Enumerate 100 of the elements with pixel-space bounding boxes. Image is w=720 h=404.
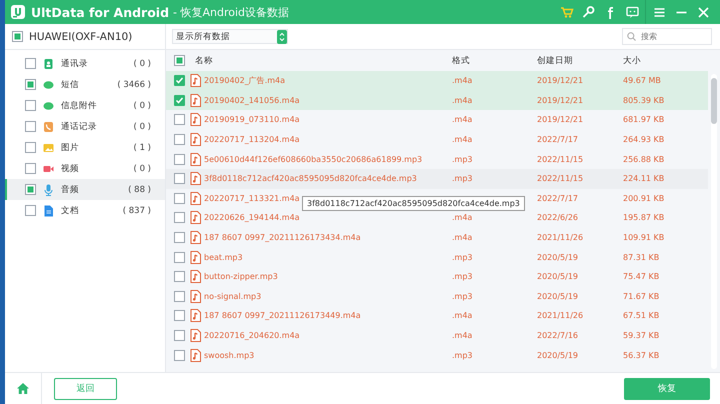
checkbox[interactable]: [174, 55, 185, 66]
file-date: 2022/11/15: [537, 174, 584, 184]
column-header: 大小: [623, 54, 642, 66]
close-icon[interactable]: [696, 4, 710, 20]
file-date: 2022/11/15: [537, 154, 584, 164]
checkbox[interactable]: [174, 290, 185, 302]
file-date: 2020/5/19: [537, 350, 580, 360]
file-size: 256.88 KB: [623, 154, 666, 164]
file-size: 681.97 KB: [623, 115, 666, 124]
checkbox[interactable]: [174, 154, 185, 165]
checkbox[interactable]: [25, 100, 36, 111]
audio-file-icon: [190, 231, 201, 244]
chat-icon[interactable]: [624, 4, 640, 20]
sidebar-item[interactable]: 视频 ( 0 ): [5, 158, 165, 179]
checkbox[interactable]: [174, 212, 185, 224]
search-field[interactable]: 搜索: [622, 28, 712, 45]
audio-file-icon: [190, 329, 201, 342]
file-format: .mp3: [452, 252, 474, 262]
sidebar-item[interactable]: 图片 ( 1 ): [5, 137, 165, 158]
device-name: HUAWEI(OXF-AN10): [29, 30, 132, 42]
file-format: .m4a: [452, 135, 474, 144]
column-header: 创建日期: [537, 54, 574, 66]
sidebar-item[interactable]: 通话记录 ( 0 ): [5, 116, 165, 137]
audio-file-icon: [190, 74, 201, 88]
file-name: 20220716_204620.m4a: [204, 331, 300, 340]
checkbox[interactable]: [25, 121, 36, 132]
file-size: 109.91 KB: [623, 233, 666, 242]
file-format: .m4a: [452, 115, 474, 124]
checkbox[interactable]: [12, 31, 23, 42]
checkbox[interactable]: [25, 184, 36, 195]
file-size: 75.47 KB: [623, 272, 660, 282]
sidebar-item[interactable]: 信息附件 ( 0 ): [5, 95, 165, 116]
file-date: 2020/5/19: [537, 292, 580, 301]
file-name: 20190919_073110.m4a: [204, 115, 300, 124]
checkbox[interactable]: [174, 271, 185, 282]
checkbox[interactable]: [174, 134, 185, 146]
file-size: 195.87 KB: [623, 213, 666, 222]
checkbox[interactable]: [25, 142, 36, 153]
file-date: 2021/11/26: [537, 233, 584, 242]
file-format: .mp3: [452, 292, 474, 301]
cart-icon[interactable]: [558, 4, 574, 20]
checkbox[interactable]: [174, 114, 185, 126]
file-date: 2021/11/26: [537, 311, 584, 320]
audio-file-icon: [190, 290, 201, 303]
column-header: 格式: [452, 54, 471, 66]
checkbox[interactable]: [174, 350, 185, 361]
file-date: 2022/7/17: [537, 194, 580, 203]
checkbox[interactable]: [174, 173, 185, 184]
checkbox[interactable]: [174, 75, 185, 86]
file-format: .mp3: [452, 154, 474, 164]
file-name: 187 8607 0997_20211126173434.m4a: [204, 233, 361, 242]
file-date: 2020/5/19: [537, 252, 580, 262]
checkbox[interactable]: [25, 79, 36, 90]
sidebar-item[interactable]: 短信 ( 3466 ): [5, 74, 165, 95]
file-format: .m4a: [452, 213, 474, 222]
file-format: .m4a: [452, 96, 474, 105]
audio-file-icon: [190, 192, 201, 205]
column-header: 名称: [195, 54, 213, 66]
checkbox[interactable]: [174, 192, 185, 204]
file-date: 2019/12/21: [537, 76, 584, 86]
checkbox[interactable]: [25, 58, 36, 69]
audio-file-icon: [190, 172, 201, 186]
file-name: 5e00610d44f126ef608660ba3550c20686a61899.mp3: [204, 154, 422, 164]
tooltip: 3f8d0118c712acf420ac8595095d820fca4ce4de.mp3: [302, 196, 525, 211]
file-name: 20220626_194144.m4a: [204, 213, 300, 222]
checkbox[interactable]: [25, 205, 36, 216]
file-size: 49.67 MB: [623, 76, 662, 86]
checkbox[interactable]: [174, 310, 185, 322]
file-format: .m4a: [452, 76, 474, 86]
app-logo-icon: [11, 5, 25, 19]
file-format: .mp3: [452, 272, 474, 282]
audio-file-icon: [190, 270, 201, 284]
audio-file-icon: [190, 309, 201, 322]
checkbox[interactable]: [174, 94, 185, 106]
checkbox[interactable]: [174, 330, 185, 342]
file-size: 56.37 KB: [623, 350, 660, 360]
file-size: 67.51 KB: [623, 311, 660, 320]
file-name: 20220717_113321.m4a: [204, 194, 300, 203]
file-name: swoosh.mp3: [204, 350, 254, 360]
filter-dropdown[interactable]: 显示所有数据: [172, 29, 288, 44]
sidebar-item[interactable]: 文档 ( 837 ): [5, 200, 165, 221]
audio-file-icon: [190, 113, 201, 126]
file-size: 200.91 KB: [623, 194, 666, 203]
file-name: 20190402_广告.m4a: [204, 75, 286, 86]
file-size: 224.11 KB: [623, 174, 666, 184]
sidebar-item[interactable]: 通讯录 ( 0 ): [5, 53, 165, 74]
file-format: .m4a: [452, 311, 474, 320]
checkbox[interactable]: [25, 163, 36, 174]
home-icon[interactable]: [17, 383, 29, 394]
file-date: 2020/5/19: [537, 272, 580, 282]
audio-file-icon: [190, 94, 201, 107]
file-name: no-signal.mp3: [204, 292, 262, 301]
file-date: 2019/12/21: [537, 115, 584, 124]
sidebar-item[interactable]: 音频 ( 88 ): [5, 179, 165, 200]
audio-file-icon: [190, 250, 201, 264]
scrollbar[interactable]: [711, 74, 717, 369]
file-date: 2022/7/17: [537, 135, 580, 144]
checkbox[interactable]: [174, 252, 185, 263]
key-icon[interactable]: [580, 4, 596, 20]
checkbox[interactable]: [174, 232, 185, 244]
